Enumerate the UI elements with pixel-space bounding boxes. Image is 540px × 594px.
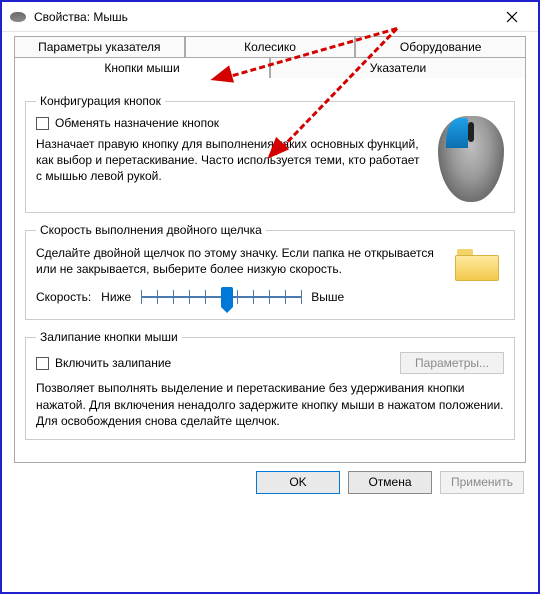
group-button-config: Конфигурация кнопок Обменять назначение … — [25, 94, 515, 213]
group-click-lock: Залипание кнопки мыши Включить залипание… — [25, 330, 515, 440]
close-icon — [506, 11, 518, 23]
window-title: Свойства: Мышь — [34, 10, 492, 24]
tab-label: Кнопки мыши — [104, 61, 179, 75]
tab-hardware[interactable]: Оборудование — [355, 36, 526, 57]
folder-icon[interactable] — [455, 245, 499, 281]
group-legend: Скорость выполнения двойного щелчка — [36, 223, 266, 237]
tab-label: Параметры указателя — [38, 40, 160, 54]
mouse-illustration — [438, 116, 504, 202]
enable-click-lock-option[interactable]: Включить залипание — [36, 356, 390, 370]
tab-pointer-options[interactable]: Параметры указателя — [14, 36, 185, 57]
double-click-desc: Сделайте двойной щелчок по этому значку.… — [36, 245, 440, 277]
enable-click-lock-checkbox[interactable] — [36, 357, 49, 370]
group-legend: Залипание кнопки мыши — [36, 330, 182, 344]
enable-click-lock-label: Включить залипание — [55, 356, 171, 370]
speed-caption: Скорость: — [36, 290, 91, 304]
titlebar: Свойства: Мышь — [2, 2, 538, 32]
double-click-speed-slider[interactable] — [141, 285, 301, 309]
tab-panel-buttons: Конфигурация кнопок Обменять назначение … — [14, 77, 526, 463]
speed-low-label: Ниже — [101, 290, 131, 304]
apply-button: Применить — [440, 471, 524, 494]
click-lock-params-button: Параметры... — [400, 352, 504, 374]
click-lock-desc: Позволяет выполнять выделение и перетаск… — [36, 380, 504, 429]
swap-buttons-option[interactable]: Обменять назначение кнопок — [36, 116, 428, 130]
mouse-icon — [10, 12, 26, 22]
speed-high-label: Выше — [311, 290, 344, 304]
ok-button[interactable]: OK — [256, 471, 340, 494]
tab-buttons[interactable]: Кнопки мыши — [14, 57, 270, 78]
group-legend: Конфигурация кнопок — [36, 94, 165, 108]
tab-pointers[interactable]: Указатели — [270, 57, 526, 78]
cancel-button[interactable]: Отмена — [348, 471, 432, 494]
swap-buttons-desc: Назначает правую кнопку для выполнения т… — [36, 136, 428, 185]
tab-wheel[interactable]: Колесико — [185, 36, 356, 57]
tab-label: Указатели — [370, 61, 426, 75]
swap-buttons-label: Обменять назначение кнопок — [55, 116, 219, 130]
group-double-click-speed: Скорость выполнения двойного щелчка Сдел… — [25, 223, 515, 320]
swap-buttons-checkbox[interactable] — [36, 117, 49, 130]
tabs: Параметры указателя Колесико Оборудовани… — [2, 32, 538, 463]
tab-label: Колесико — [244, 40, 296, 54]
slider-thumb[interactable] — [221, 287, 233, 307]
close-button[interactable] — [492, 3, 532, 31]
tab-label: Оборудование — [400, 40, 482, 54]
dialog-button-bar: OK Отмена Применить — [2, 463, 538, 504]
